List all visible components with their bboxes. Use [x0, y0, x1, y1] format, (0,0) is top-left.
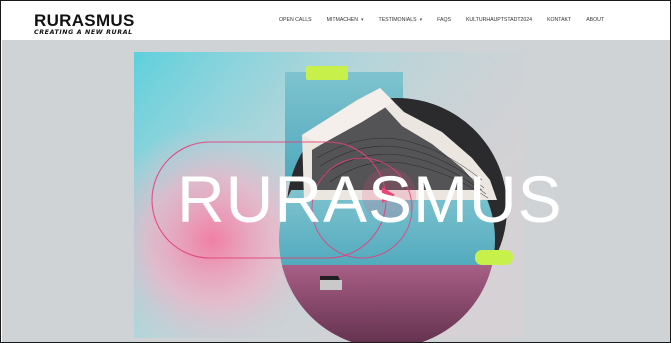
nav-item-kontakt[interactable]: KONTAKT [547, 17, 571, 23]
logo-tagline: CREATING A NEW RURAL [34, 29, 133, 36]
chevron-down-icon: ▾ [361, 17, 364, 23]
site-header: RURASMUS CREATING A NEW RURAL OPEN CALLS… [2, 2, 670, 40]
nav-item-about[interactable]: ABOUT [586, 17, 604, 23]
main-nav: OPEN CALLS MITMACHEN ▾ TESTIMONIALS ▾ FA… [279, 17, 619, 23]
play-video-button[interactable] [363, 168, 417, 222]
site-logo[interactable]: RURASMUS CREATING A NEW RURAL [34, 12, 135, 36]
nav-item-label: MITMACHEN [326, 17, 359, 23]
nav-item-testimonials[interactable]: TESTIMONIALS ▾ [379, 17, 423, 23]
nav-item-mitmachen[interactable]: MITMACHEN ▾ [327, 17, 364, 23]
nav-item-open-calls[interactable]: OPEN CALLS [279, 17, 312, 23]
hero-section: RURASMUS [2, 40, 670, 342]
browser-frame: RURASMUS CREATING A NEW RURAL OPEN CALLS… [0, 0, 671, 343]
nav-item-label: KULTURHAUPTSTADT2024 [465, 17, 533, 23]
nav-item-label: ABOUT [586, 17, 605, 23]
nav-item-label: OPEN CALLS [279, 17, 312, 23]
chevron-down-icon: ▾ [419, 17, 423, 23]
nav-item-label: FAQS [437, 17, 451, 23]
logo-title: RURASMUS [34, 11, 135, 30]
nav-item-label: TESTIMONIALS [378, 17, 417, 23]
nav-item-label: KONTAKT [547, 17, 572, 23]
nav-item-kulturhauptstadt[interactable]: KULTURHAUPTSTADT2024 [466, 17, 532, 23]
nav-item-faqs[interactable]: FAQS [437, 17, 451, 23]
